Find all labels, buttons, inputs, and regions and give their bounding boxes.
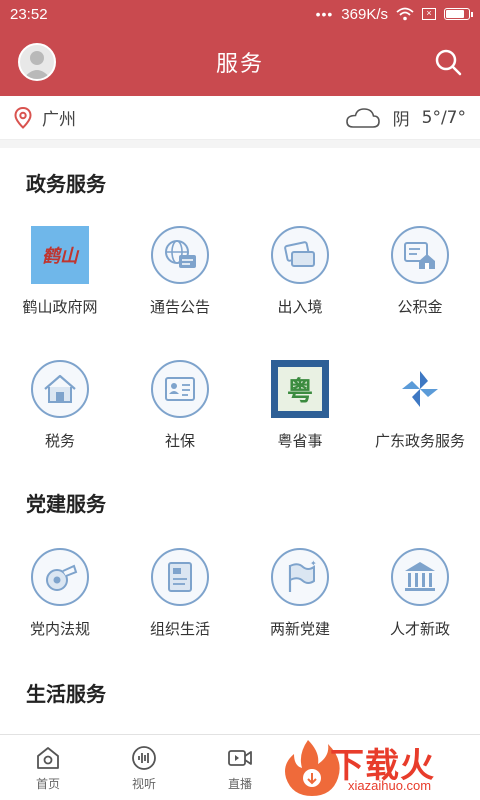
service-two-new-party[interactable]: ✦ 两新党建 [240,548,360,639]
service-organization-life[interactable]: 组织生活 [120,548,240,639]
service-social-security[interactable]: 社保 [120,360,240,451]
city-name[interactable]: 广州 [42,105,345,130]
nav-live[interactable]: 直播 [192,735,288,800]
institution-icon [391,548,449,606]
nav-label: 首页 [35,776,60,791]
service-housing-fund[interactable]: 公积金 [360,226,480,317]
service-label: 税务 [44,432,75,450]
status-indicators: ••• 369K/s × [315,5,473,23]
whistle-icon [31,548,89,606]
nav-label: 直播 [227,776,252,791]
document-icon [151,548,209,606]
service-label: 人才新政 [389,620,450,638]
nav-label: 视听 [131,776,156,791]
location-bar: 广州 阴 5°/7° [0,96,480,140]
service-announcements[interactable]: 通告公告 [120,226,240,317]
cloud-icon [345,107,380,128]
user-avatar-icon [23,51,51,79]
service-label: 广东政务服务 [374,432,465,450]
nav-home[interactable]: 首页 [0,735,96,800]
audio-icon [132,745,156,770]
dots-icon: ••• [315,6,334,22]
temperature: 5°/7° [421,107,466,128]
search-button[interactable] [432,46,464,78]
status-time: 23:52 [10,5,48,23]
service-label: 出入境 [277,298,323,316]
home-icon [37,746,59,769]
service-talent-policy[interactable]: 人才新政 [360,548,480,639]
live-video-icon [228,749,252,766]
passport-cards-icon [271,226,329,284]
service-yueshengshi[interactable]: 粤 粤省事 [240,360,360,451]
avatar[interactable] [18,43,56,81]
service-label: 鹤山政府网 [22,298,98,316]
status-bar: 23:52 ••• 369K/s × [0,0,480,28]
service-guangdong-gov[interactable]: 广东政务服务 [360,360,480,451]
flag-icon: ✦ [271,548,329,606]
pinwheel-logo-icon [391,360,449,418]
service-label: 两新党建 [269,620,330,638]
weather-widget: 阴 5°/7° [345,105,466,130]
service-party-regulations[interactable]: 党内法规 [0,548,120,639]
nav-audio-video[interactable]: 视听 [96,735,192,800]
service-label: 通告公告 [149,298,210,316]
service-heshan-gov[interactable]: 鹤山 鹤山政府网 [0,226,120,317]
weather-condition: 阴 [392,110,410,130]
location-pin-icon [14,106,32,129]
watermark-url: xiazaihuo.com [348,778,432,793]
section-title-government: 政务服务 [26,172,106,196]
search-icon [435,49,462,76]
service-label: 党内法规 [29,620,90,638]
yueshengshi-logo-text: 粤 [286,376,313,407]
housing-fund-icon [391,226,449,284]
no-sim-icon: × [422,8,436,20]
section-title-life-services: 生活服务 [26,682,106,706]
service-tax[interactable]: 税务 [0,360,120,451]
service-label: 社保 [164,432,195,450]
yueshengshi-logo-icon: 粤 [271,360,329,418]
service-label: 组织生活 [149,620,210,638]
net-speed: 369K/s [341,5,388,23]
social-security-card-icon [151,360,209,418]
services-content: 政务服务 鹤山 鹤山政府网 通告公告 出入境 公积金 税务 社保 粤 粤省事 广… [0,148,480,734]
service-exit-entry[interactable]: 出入境 [240,226,360,317]
page-title: 服务 [215,52,264,77]
battery-icon [444,8,473,20]
tax-house-icon [31,360,89,418]
wifi-icon [396,7,414,21]
service-label: 公积金 [397,298,443,316]
service-label: 粤省事 [277,432,323,450]
svg-text:✦: ✦ [310,559,317,568]
section-title-party-building: 党建服务 [26,492,106,516]
heshan-logo-text: 鹤山 [42,246,78,267]
app-header: 服务 [0,28,480,96]
announcement-icon [151,226,209,284]
heshan-logo-icon: 鹤山 [31,226,89,284]
